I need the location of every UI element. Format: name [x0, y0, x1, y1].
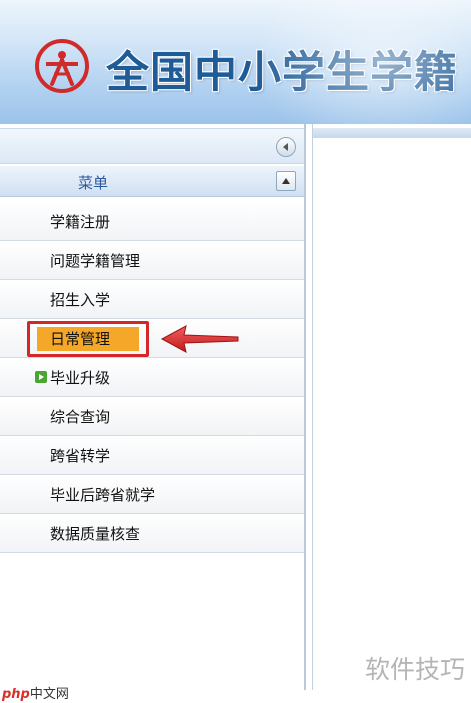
sidebar-item-post-graduation-interprovince[interactable]: 毕业后跨省就学	[0, 475, 304, 514]
watermark-php-text: 中文网	[29, 687, 69, 702]
sidebar-item-label: 毕业升级	[50, 369, 111, 387]
sidebar-item-interprovince-transfer[interactable]: 跨省转学	[0, 436, 304, 475]
page-title: 全国中小学生学籍	[106, 48, 458, 98]
sidebar-item-comprehensive-query[interactable]: 综合查询	[0, 397, 304, 436]
collapse-left-icon[interactable]	[276, 137, 296, 157]
sidebar-item-student-registration[interactable]: 学籍注册	[0, 202, 304, 241]
sidebar-item-label: 毕业后跨省就学	[50, 486, 156, 504]
content-frame	[312, 124, 471, 690]
sidebar-item-label: 跨省转学	[50, 447, 111, 465]
sidebar-item-graduation-promotion[interactable]: 毕业升级	[0, 358, 304, 397]
sidebar-item-label: 招生入学	[50, 291, 111, 309]
sidebar-item-label: 数据质量核查	[50, 525, 141, 543]
sidebar: 菜单 学籍注册 问题学籍管理 招生入学 日常管理 毕业升级 综合查询 跨省转学 …	[0, 124, 306, 690]
sidebar-item-label: 学籍注册	[50, 213, 111, 231]
highlight-box	[27, 321, 149, 357]
red-arrow-icon	[160, 325, 239, 353]
menu-header-label: 菜单	[78, 174, 109, 192]
sidebar-item-label: 问题学籍管理	[50, 252, 141, 270]
chevron-up-icon[interactable]	[276, 171, 296, 191]
sidebar-item-enrollment[interactable]: 招生入学	[0, 280, 304, 319]
sidebar-collapse-bar	[0, 128, 304, 164]
watermark-php: php中文网	[2, 683, 69, 702]
sidebar-item-data-quality-check[interactable]: 数据质量核查	[0, 514, 304, 553]
menu-header[interactable]: 菜单	[0, 166, 304, 197]
app-header: 全国中小学生学籍	[0, 0, 471, 124]
sidebar-item-label: 综合查询	[50, 408, 111, 426]
menu-list: 学籍注册 问题学籍管理 招生入学 日常管理 毕业升级 综合查询 跨省转学 毕业后…	[0, 202, 304, 553]
school-emblem-icon	[35, 39, 89, 93]
watermark-software-tips: 软件技巧	[364, 655, 465, 684]
sidebar-item-problem-records[interactable]: 问题学籍管理	[0, 241, 304, 280]
play-arrow-icon	[35, 371, 47, 383]
sidebar-item-daily-management[interactable]: 日常管理	[0, 319, 304, 358]
content-frame-top	[313, 128, 471, 138]
watermark-php-brand: php	[2, 687, 30, 702]
